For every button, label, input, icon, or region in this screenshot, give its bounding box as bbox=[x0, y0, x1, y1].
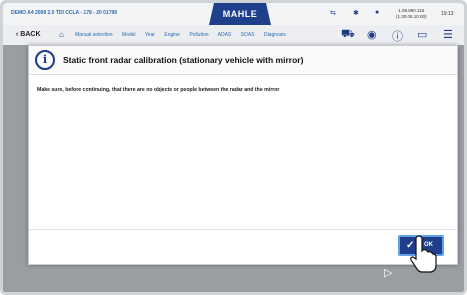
toolbar: ‹ BACK ⌂ Manual selection Model Year Eng… bbox=[3, 25, 464, 46]
pointing-hand-icon bbox=[410, 235, 437, 273]
breadcrumb-item[interactable]: Manual selection bbox=[75, 32, 113, 38]
breadcrumb-item[interactable]: Year bbox=[145, 32, 155, 38]
signal-icon[interactable]: ◉ bbox=[367, 28, 377, 41]
breadcrumb-item[interactable]: Engine bbox=[164, 32, 180, 38]
vehicle-info: DEMO A4 2008 2.0 TDI CCLA - 178 - 20 017… bbox=[11, 10, 118, 16]
clock: 19:13 bbox=[441, 11, 454, 17]
breadcrumb-item[interactable]: Diagnosis bbox=[264, 32, 286, 38]
back-button[interactable]: ‹ BACK bbox=[16, 31, 41, 38]
back-label: BACK bbox=[20, 31, 41, 38]
cart-icon[interactable]: ▭ bbox=[417, 28, 427, 41]
home-icon[interactable]: ⌂ bbox=[59, 30, 64, 39]
coords-readout: 1.08.890.115 (1.30.06.10.00) bbox=[396, 8, 427, 20]
dialog-footer: ✓ OK bbox=[29, 229, 457, 264]
dialog-header: i Static front radar calibration (statio… bbox=[29, 46, 457, 75]
network-icon: ⇆ bbox=[330, 10, 336, 17]
vehicle-icon[interactable]: ⛟ bbox=[341, 28, 355, 42]
menu-icon[interactable]: ☰ bbox=[443, 28, 453, 41]
dialog-message: Make sure, before continuing, that there… bbox=[37, 87, 280, 93]
breadcrumb-item[interactable]: Pollution bbox=[189, 32, 208, 38]
breadcrumb-item[interactable]: ADAS bbox=[218, 32, 232, 38]
bluetooth-icon: ✱ bbox=[353, 10, 359, 17]
device-frame: DEMO A4 2008 2.0 TDI CCLA - 178 - 20 017… bbox=[0, 0, 467, 295]
confirmation-dialog: i Static front radar calibration (statio… bbox=[28, 45, 458, 265]
next-arrow-icon[interactable]: ▷ bbox=[384, 266, 392, 279]
info-icon: i bbox=[35, 50, 55, 70]
dialog-title: Static front radar calibration (stationa… bbox=[63, 55, 304, 65]
coords-line2: (1.30.06.10.00) bbox=[396, 14, 427, 19]
brand-logo: MAHLE bbox=[209, 3, 271, 25]
breadcrumb-item[interactable]: SOAS bbox=[241, 32, 255, 38]
status-bar: DEMO A4 2008 2.0 TDI CCLA - 178 - 20 017… bbox=[3, 3, 464, 26]
breadcrumb: Manual selection Model Year Engine Pollu… bbox=[75, 32, 294, 38]
wifi-icon: ● bbox=[375, 9, 380, 16]
breadcrumb-item[interactable]: Model bbox=[122, 32, 136, 38]
info-icon[interactable]: ⓘ bbox=[392, 28, 403, 44]
